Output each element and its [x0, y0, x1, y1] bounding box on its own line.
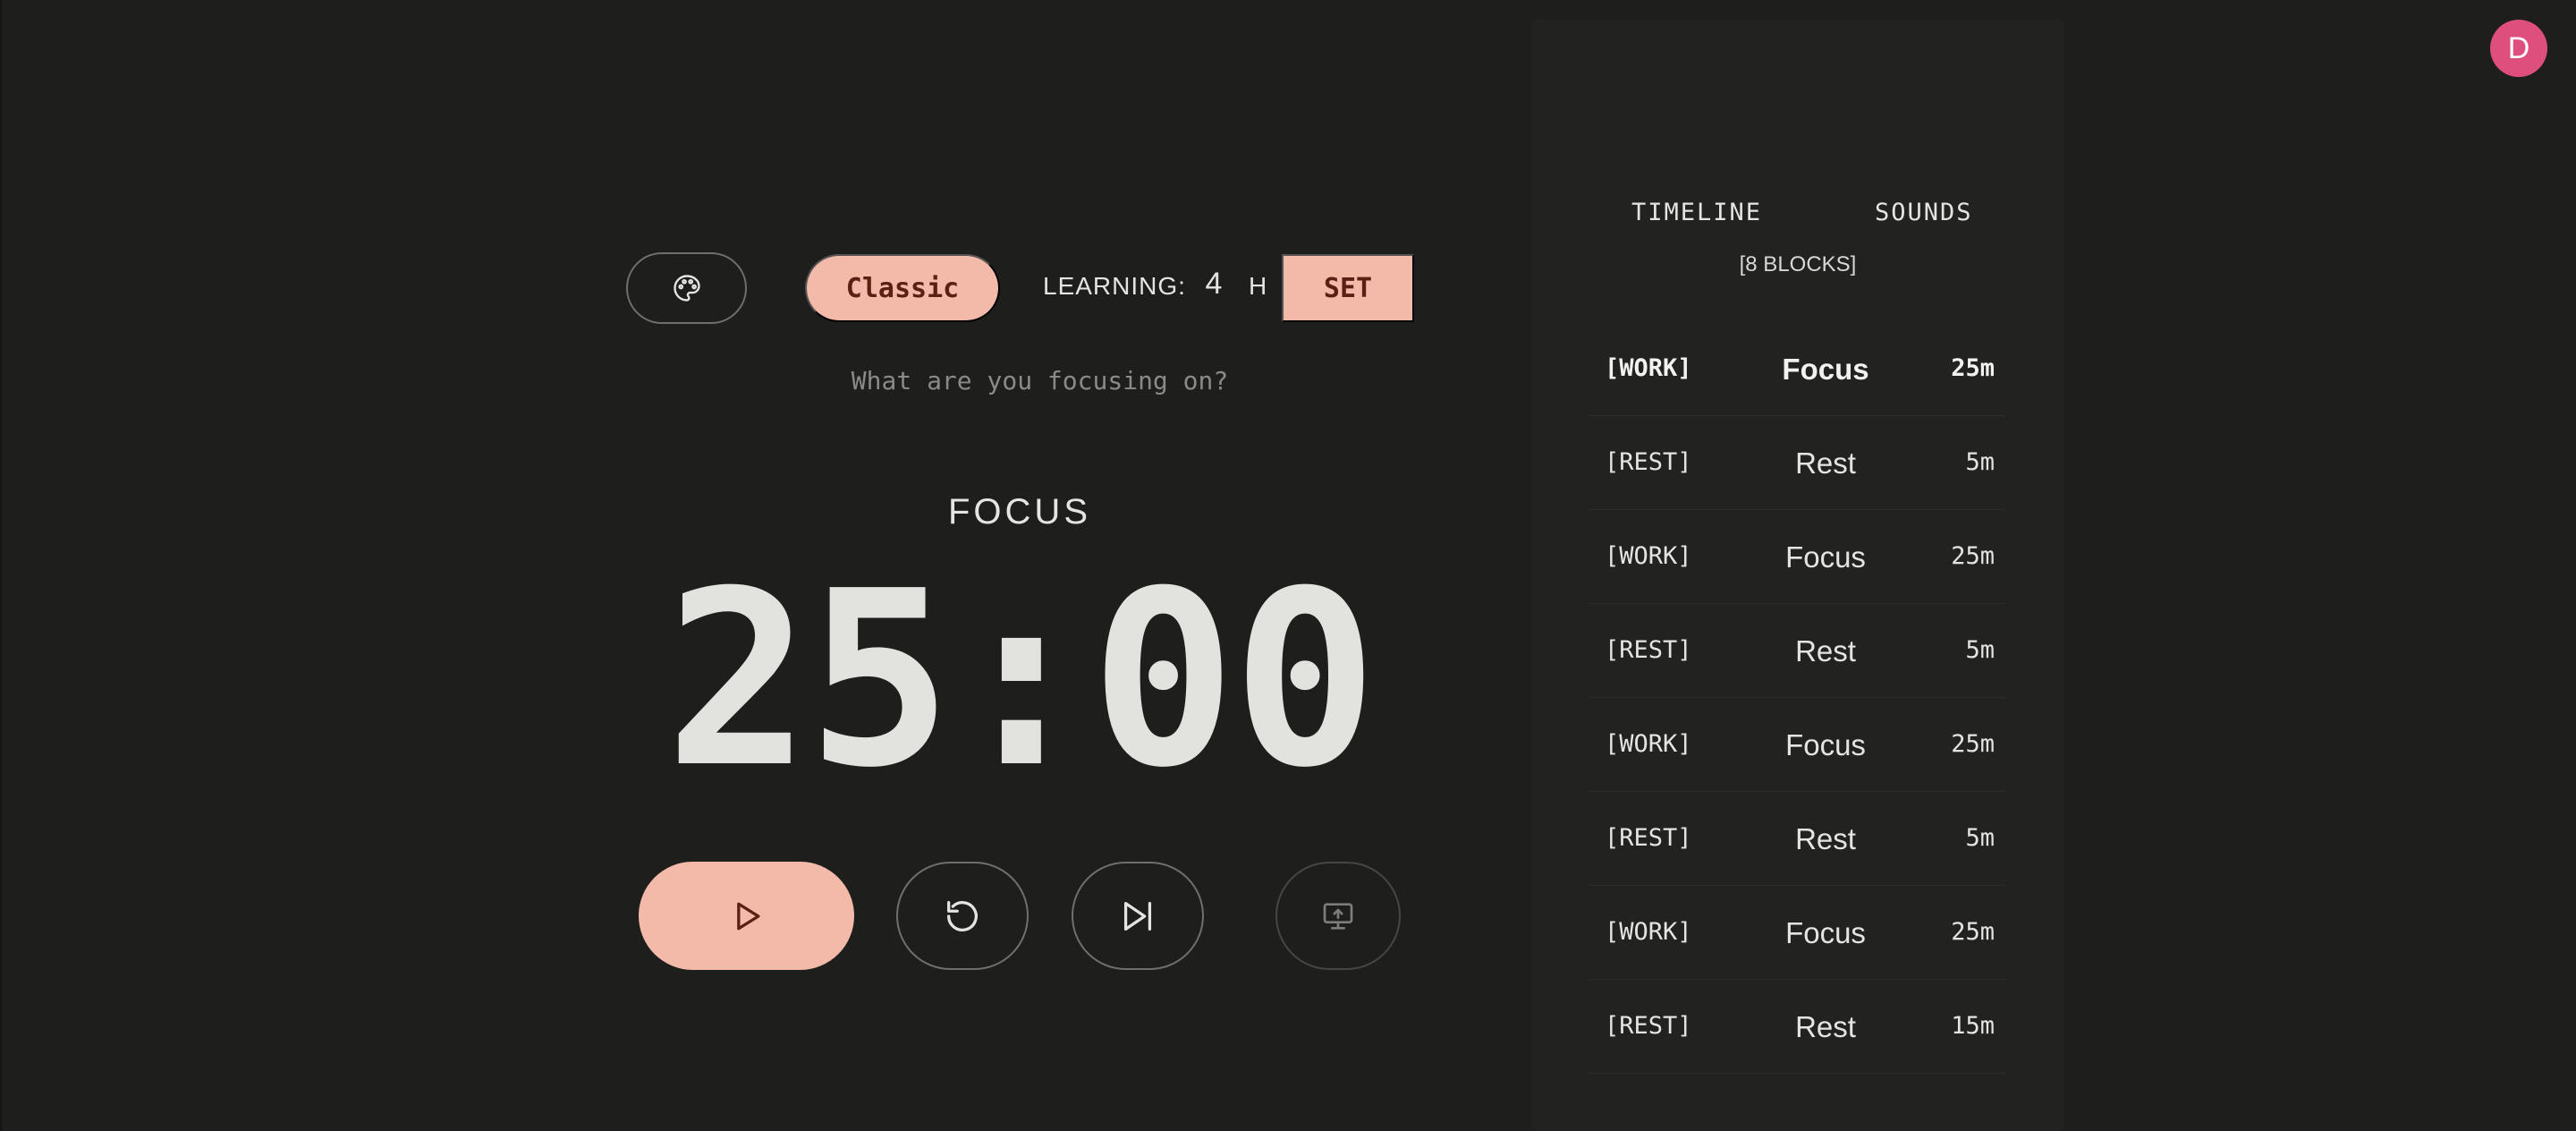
- timeline-block[interactable]: [WORK] Focus 25m: [1589, 698, 2005, 792]
- avatar[interactable]: D: [2490, 20, 2547, 77]
- learning-label: LEARNING:: [1043, 272, 1186, 300]
- block-name: Focus: [1785, 540, 1866, 574]
- phase-label: FOCUS: [948, 492, 1091, 531]
- sidebar-panel: TIMELINE SOUNDS [8 BLOCKS] [WORK] Focus …: [1531, 20, 2064, 1131]
- timeline-block[interactable]: [REST] Rest 5m: [1589, 792, 2005, 886]
- screen-share-icon: [1323, 902, 1353, 930]
- timeline-block[interactable]: [REST] Rest 15m: [1589, 980, 2005, 1074]
- timeline-list: [WORK] Focus 25m [REST] Rest 5m [WORK] F…: [1589, 322, 2005, 1074]
- palette-icon: [673, 275, 700, 302]
- block-count: [8 BLOCKS]: [1739, 252, 1857, 276]
- block-type: [REST]: [1605, 448, 1692, 476]
- timer-display: 25:00: [665, 539, 1378, 821]
- timeline-block[interactable]: [WORK] Focus 25m: [1589, 510, 2005, 604]
- block-name: Rest: [1795, 446, 1856, 480]
- window-edge: [0, 0, 2, 1131]
- tab-sounds[interactable]: SOUNDS: [1875, 199, 1973, 226]
- timeline-block[interactable]: [WORK] Focus 25m: [1589, 886, 2005, 980]
- block-type: [WORK]: [1605, 354, 1692, 382]
- hours-unit-label: H: [1249, 272, 1267, 300]
- block-duration: 25m: [1951, 542, 1995, 570]
- block-type: [WORK]: [1605, 918, 1692, 946]
- block-name: Rest: [1795, 634, 1856, 668]
- timeline-block[interactable]: [REST] Rest 5m: [1589, 604, 2005, 698]
- theme-button[interactable]: [626, 252, 747, 324]
- block-name: Rest: [1795, 822, 1856, 855]
- play-icon: [736, 902, 759, 930]
- screen-share-button[interactable]: [1275, 862, 1401, 970]
- block-type: [REST]: [1605, 824, 1692, 852]
- block-type: [REST]: [1605, 636, 1692, 664]
- timer-mode-button[interactable]: Classic: [805, 254, 1000, 322]
- block-type: [WORK]: [1605, 730, 1692, 758]
- reset-icon: [947, 900, 978, 931]
- block-duration: 25m: [1951, 918, 1995, 946]
- block-name: Focus: [1785, 916, 1866, 949]
- reset-button[interactable]: [896, 862, 1029, 970]
- block-duration: 5m: [1965, 824, 1995, 852]
- skip-forward-icon: [1123, 901, 1152, 931]
- block-type: [WORK]: [1605, 542, 1692, 570]
- play-button[interactable]: [639, 862, 854, 970]
- block-name: Rest: [1795, 1010, 1856, 1043]
- set-hours-button[interactable]: SET: [1282, 254, 1414, 322]
- tab-timeline[interactable]: TIMELINE: [1631, 199, 1762, 226]
- block-type: [REST]: [1605, 1012, 1692, 1040]
- block-name: Focus: [1785, 728, 1866, 761]
- block-duration: 5m: [1965, 636, 1995, 664]
- block-duration: 25m: [1951, 730, 1995, 758]
- learning-hours-input[interactable]: 4: [1191, 267, 1236, 302]
- block-name: Focus: [1782, 353, 1869, 386]
- block-duration: 5m: [1965, 448, 1995, 476]
- block-duration: 25m: [1951, 354, 1995, 382]
- timeline-block[interactable]: [REST] Rest 5m: [1589, 416, 2005, 510]
- skip-button[interactable]: [1072, 862, 1204, 970]
- focus-task-input[interactable]: [796, 362, 1284, 398]
- block-duration: 15m: [1951, 1012, 1995, 1040]
- timeline-block[interactable]: [WORK] Focus 25m: [1589, 322, 2005, 416]
